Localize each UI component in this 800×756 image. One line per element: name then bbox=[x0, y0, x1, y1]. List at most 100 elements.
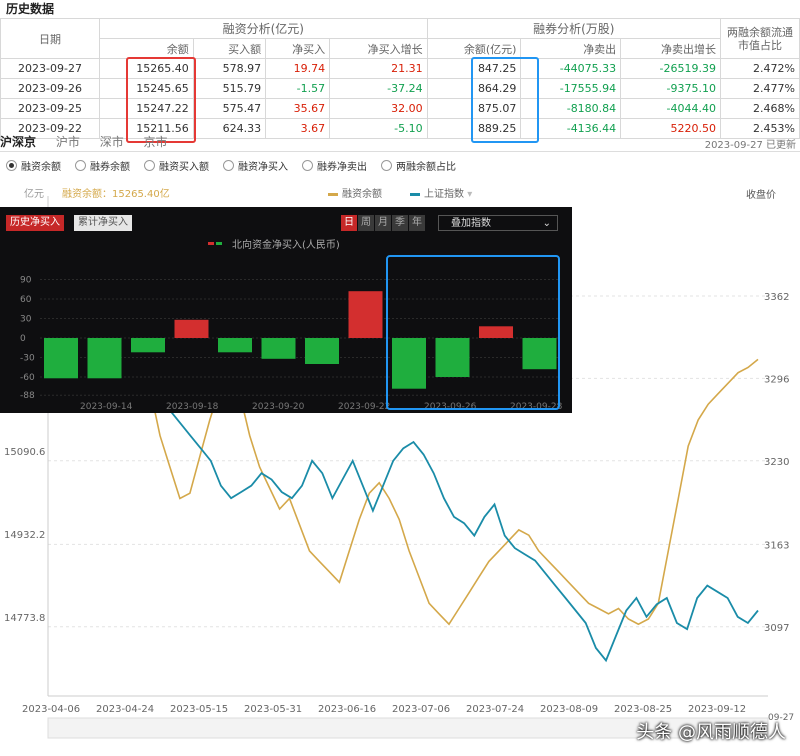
y-right-tick: 3296 bbox=[764, 374, 789, 385]
bar-chart-title: 北向资金净买入(人民币) bbox=[232, 238, 340, 251]
history-table: 日期 融资分析(亿元) 融券分析(万股) 两融余额流通市值占比 余额 买入额 净… bbox=[0, 18, 800, 139]
cell-date: 2023-09-27 bbox=[0, 58, 100, 79]
col-net-growth: 净买入增长 bbox=[329, 38, 428, 59]
col-short-net: 净卖出 bbox=[520, 38, 622, 59]
cell-short-growth: -26519.39 bbox=[620, 58, 721, 79]
bar-y-tick: -30 bbox=[20, 354, 35, 364]
tab-sh[interactable]: 沪市 bbox=[56, 133, 80, 150]
cell-date: 2023-09-25 bbox=[0, 98, 100, 119]
x-tick: 2023-08-09 bbox=[540, 704, 598, 715]
col-ratio: 两融余额流通市值占比 bbox=[720, 18, 800, 59]
radio-option[interactable]: 融资净买入 bbox=[223, 158, 288, 173]
cell-date: 2023-09-26 bbox=[0, 78, 100, 99]
radio-label: 两融余额占比 bbox=[396, 162, 456, 173]
northbound-bar-chart: 北向资金净买入(人民币) 90 60 30 0 -30 -60 -88 2023-09-14 20… bbox=[20, 238, 563, 412]
cell-ratio: 2.477% bbox=[720, 78, 800, 99]
radio-label: 融资净买入 bbox=[238, 162, 288, 173]
watermark: 头条 @风雨顺德人 bbox=[636, 722, 786, 743]
cell-ratio: 2.468% bbox=[720, 98, 800, 119]
bar bbox=[87, 338, 122, 379]
radio-label: 融资买入额 bbox=[159, 162, 209, 173]
bar-x-tick: 2023-09-26 bbox=[424, 402, 477, 412]
radio-option[interactable]: 两融余额占比 bbox=[381, 158, 456, 173]
cell-buy: 515.79 bbox=[192, 78, 267, 99]
highlight-box-balance bbox=[126, 57, 196, 143]
cell-short-growth: -4044.40 bbox=[620, 98, 721, 119]
bar bbox=[174, 319, 209, 338]
cell-short-growth: -9375.10 bbox=[620, 78, 721, 99]
tab-bj[interactable]: 京市 bbox=[144, 133, 168, 150]
x-tick: 2023-05-15 bbox=[170, 704, 228, 715]
x-tick: 2023-08-25 bbox=[614, 704, 672, 715]
cell-net-growth: 32.00 bbox=[329, 98, 428, 119]
highlight-box-short-balance bbox=[471, 57, 539, 143]
y-left-tick: 14932.2 bbox=[4, 530, 45, 541]
cell-buy: 575.47 bbox=[192, 98, 267, 119]
bar-y-tick: 0 bbox=[20, 334, 26, 344]
bar bbox=[479, 326, 513, 338]
bar bbox=[305, 338, 339, 364]
legend-up-swatch bbox=[208, 242, 214, 245]
metric-radios: 融资余额 融券余额 融资买入额 融资净买入 融券净卖出 两融余额占比 bbox=[6, 158, 470, 174]
radio-option[interactable]: 融资余额 bbox=[6, 158, 61, 173]
cell-ratio: 2.472% bbox=[720, 58, 800, 79]
cell-net: -1.57 bbox=[265, 78, 331, 99]
bar-y-tick: 90 bbox=[20, 276, 32, 286]
group-margin: 融资分析(亿元) bbox=[99, 18, 428, 39]
tab-sz[interactable]: 深市 bbox=[100, 133, 124, 150]
radio-circle-icon bbox=[75, 160, 86, 171]
table-row: 2023-09-27 15265.40 578.97 19.74 21.31 847.25… bbox=[0, 58, 800, 79]
y-right-tick: 3230 bbox=[764, 457, 789, 468]
col-buy: 买入额 bbox=[192, 38, 267, 59]
cell-net: 35.67 bbox=[265, 98, 331, 119]
x-tick: 2023-05-31 bbox=[244, 704, 302, 715]
group-short: 融券分析(万股) bbox=[426, 18, 722, 39]
bar bbox=[44, 338, 78, 379]
bar bbox=[522, 338, 557, 370]
radio-option[interactable]: 融资买入额 bbox=[144, 158, 209, 173]
radio-option[interactable]: 融券余额 bbox=[75, 158, 130, 173]
x-tick: 2023-07-24 bbox=[466, 704, 524, 715]
radio-circle-icon bbox=[302, 160, 313, 171]
x-tick: 2023-07-06 bbox=[392, 704, 450, 715]
y-left-tick: 15090.6 bbox=[4, 447, 45, 458]
col-short-balance: 余额(亿元) bbox=[426, 38, 522, 59]
bar-x-tick: 2023-09-28 bbox=[510, 402, 563, 412]
bar-y-tick: -60 bbox=[20, 373, 35, 383]
y-right-tick: 3097 bbox=[764, 623, 789, 634]
cell-net-growth: 21.31 bbox=[329, 58, 428, 79]
x-tick: 2023-04-24 bbox=[96, 704, 154, 715]
radio-circle-icon bbox=[144, 160, 155, 171]
bar-x-tick: 2023-09-22 bbox=[338, 402, 390, 412]
radio-option[interactable]: 融券净卖出 bbox=[302, 158, 367, 173]
bar-x-tick: 2023-09-18 bbox=[166, 402, 219, 412]
col-date: 日期 bbox=[0, 18, 100, 59]
bar bbox=[131, 338, 165, 353]
bar-x-tick: 2023-09-20 bbox=[252, 402, 305, 412]
y-left-tick: 14773.8 bbox=[4, 613, 45, 624]
col-balance: 余额 bbox=[99, 38, 194, 59]
bar bbox=[218, 338, 252, 353]
col-net: 净买入 bbox=[265, 38, 331, 59]
bar-x-tick: 2023-09-14 bbox=[80, 402, 133, 412]
radio-circle-icon bbox=[381, 160, 392, 171]
market-tabs: 沪深京 沪市 深市 京市 bbox=[0, 133, 800, 152]
y-right-tick: 3362 bbox=[764, 292, 789, 303]
page-title: 历史数据 bbox=[6, 2, 55, 16]
bar bbox=[348, 291, 383, 338]
y-right-tick: 3163 bbox=[764, 540, 789, 551]
bar-y-tick: 30 bbox=[20, 315, 32, 325]
x-tick: 2023-04-06 bbox=[22, 704, 80, 715]
series-sh-index bbox=[149, 385, 759, 663]
bar-y-tick: -88 bbox=[20, 391, 35, 401]
bar-y-tick: 60 bbox=[20, 295, 32, 305]
table-row: 2023-09-25 15247.22 575.47 35.67 32.00 875.07… bbox=[0, 98, 800, 119]
col-short-growth: 净卖出增长 bbox=[620, 38, 721, 59]
legend-down-swatch bbox=[216, 242, 222, 245]
table-row: 2023-09-26 15245.65 515.79 -1.57 -37.24 864.2… bbox=[0, 78, 800, 99]
radio-label: 融券净卖出 bbox=[317, 162, 367, 173]
tab-all[interactable]: 沪深京 bbox=[0, 133, 36, 150]
radio-circle-icon bbox=[6, 160, 17, 171]
updated-label: 2023-09-27 已更新 bbox=[704, 140, 796, 151]
bar bbox=[261, 338, 296, 359]
